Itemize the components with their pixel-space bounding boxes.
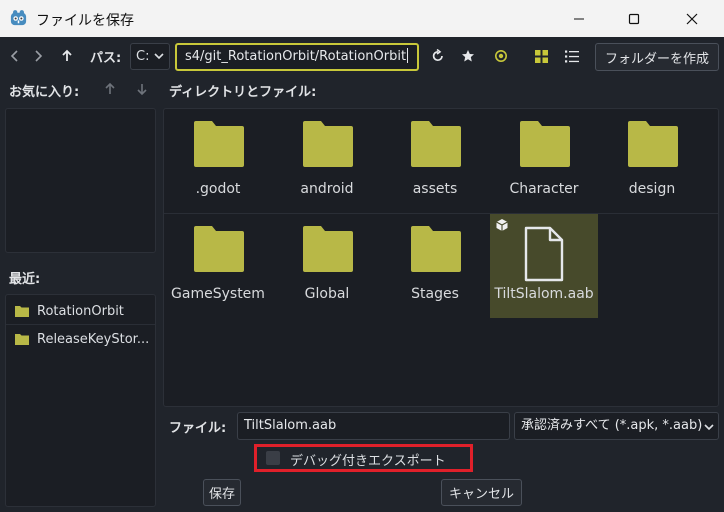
- file-grid[interactable]: .godot android assets Character design G…: [163, 108, 719, 407]
- show-hidden-button[interactable]: [491, 46, 511, 66]
- godot-app-icon: [10, 10, 27, 26]
- debug-export-checkbox[interactable]: [266, 451, 280, 465]
- list-icon: [565, 50, 579, 62]
- divider: [6, 324, 155, 325]
- debug-export-label[interactable]: デバッグ付きエクスポート: [290, 450, 446, 469]
- minimize-button[interactable]: [556, 0, 602, 37]
- refresh-icon: [432, 49, 443, 62]
- window-title: ファイルを保存: [36, 13, 134, 29]
- folder-icon: [15, 306, 29, 317]
- file-tile-label: GameSystem: [171, 286, 265, 302]
- file-tile-label: Stages: [411, 286, 459, 302]
- folder-icon: [520, 121, 570, 167]
- file-tile-label: Character: [509, 181, 579, 197]
- chevron-left-icon: [10, 50, 18, 62]
- file-tile[interactable]: android: [273, 109, 381, 213]
- path-label: パス:: [90, 51, 122, 66]
- create-folder-button[interactable]: フォルダーを作成: [595, 43, 719, 71]
- maximize-button[interactable]: [611, 0, 657, 37]
- recent-list[interactable]: RotationOrbit ReleaseKeyStor...: [5, 294, 156, 507]
- folder-icon: [411, 121, 461, 167]
- maximize-icon: [628, 13, 640, 24]
- drive-value: C:: [136, 49, 150, 64]
- file-tile-selected[interactable]: TiltSlalom.aab: [490, 214, 598, 318]
- close-button[interactable]: [669, 0, 715, 37]
- file-tile-label: android: [300, 181, 354, 197]
- list-view-button[interactable]: [562, 46, 582, 66]
- file-tile[interactable]: assets: [381, 109, 489, 213]
- favorites-list[interactable]: [5, 108, 156, 253]
- package-icon: [496, 219, 508, 231]
- folder-icon: [194, 226, 244, 272]
- file-tile[interactable]: Character: [490, 109, 598, 213]
- eye-icon: [495, 50, 507, 62]
- file-tile-label: design: [628, 181, 676, 197]
- folder-icon: [628, 121, 678, 167]
- file-icon: [524, 226, 564, 282]
- recent-item[interactable]: ReleaseKeyStor...: [15, 329, 149, 349]
- file-tile[interactable]: GameSystem: [164, 214, 272, 318]
- path-input[interactable]: s4/git_RotationOrbit/RotationOrbit: [175, 43, 419, 71]
- folder-icon: [303, 226, 353, 272]
- recent-label: 最近:: [9, 272, 41, 287]
- file-tile-label: Global: [304, 286, 350, 302]
- favorite-button[interactable]: [458, 46, 478, 66]
- chevron-down-icon: [703, 420, 715, 434]
- title-bar: ファイルを保存: [0, 0, 724, 37]
- file-filter-select[interactable]: 承認済みすべて (*.apk, *.aab): [514, 412, 719, 440]
- arrow-up-icon: [105, 82, 115, 94]
- chevron-right-icon: [35, 50, 43, 62]
- drive-select[interactable]: C:: [130, 43, 170, 70]
- cancel-button[interactable]: キャンセル: [441, 479, 522, 506]
- favorites-label: お気に入り:: [9, 85, 80, 100]
- folder-icon: [194, 121, 244, 167]
- forward-button[interactable]: [29, 46, 47, 66]
- favorite-move-up-button[interactable]: [101, 80, 119, 98]
- parent-folder-button[interactable]: [57, 46, 77, 66]
- recent-item-label: ReleaseKeyStor...: [37, 331, 150, 347]
- favorite-move-down-button[interactable]: [133, 80, 151, 98]
- arrow-down-icon: [137, 84, 147, 96]
- grid-icon: [534, 49, 548, 63]
- minimize-icon: [574, 18, 584, 19]
- close-icon: [686, 13, 698, 24]
- back-button[interactable]: [6, 46, 24, 66]
- file-tile-label: assets: [412, 181, 458, 197]
- folder-icon: [303, 121, 353, 167]
- file-name-input[interactable]: TiltSlalom.aab: [237, 412, 510, 440]
- folder-icon: [15, 334, 29, 345]
- files-label: ディレクトリとファイル:: [169, 85, 317, 100]
- file-tile[interactable]: Global: [273, 214, 381, 318]
- refresh-button[interactable]: [428, 46, 448, 66]
- folder-icon: [411, 226, 461, 272]
- file-tile-label: .godot: [195, 181, 241, 197]
- star-icon: [462, 50, 474, 62]
- file-tile-label: TiltSlalom.aab: [494, 286, 594, 302]
- file-tile[interactable]: design: [598, 109, 706, 213]
- path-value: s4/git_RotationOrbit/RotationOrbit: [185, 49, 407, 64]
- recent-item-label: RotationOrbit: [37, 303, 124, 319]
- arrow-up-icon: [62, 49, 72, 61]
- file-name-label: ファイル:: [169, 421, 227, 436]
- chevron-down-icon: [154, 53, 164, 60]
- save-button[interactable]: 保存: [203, 479, 241, 506]
- file-tile[interactable]: .godot: [164, 109, 272, 213]
- file-filter-value: 承認済みすべて (*.apk, *.aab): [521, 418, 703, 433]
- grid-view-button[interactable]: [531, 46, 551, 66]
- recent-item[interactable]: RotationOrbit: [15, 301, 124, 321]
- file-tile[interactable]: Stages: [381, 214, 489, 318]
- text-caret: [407, 48, 409, 63]
